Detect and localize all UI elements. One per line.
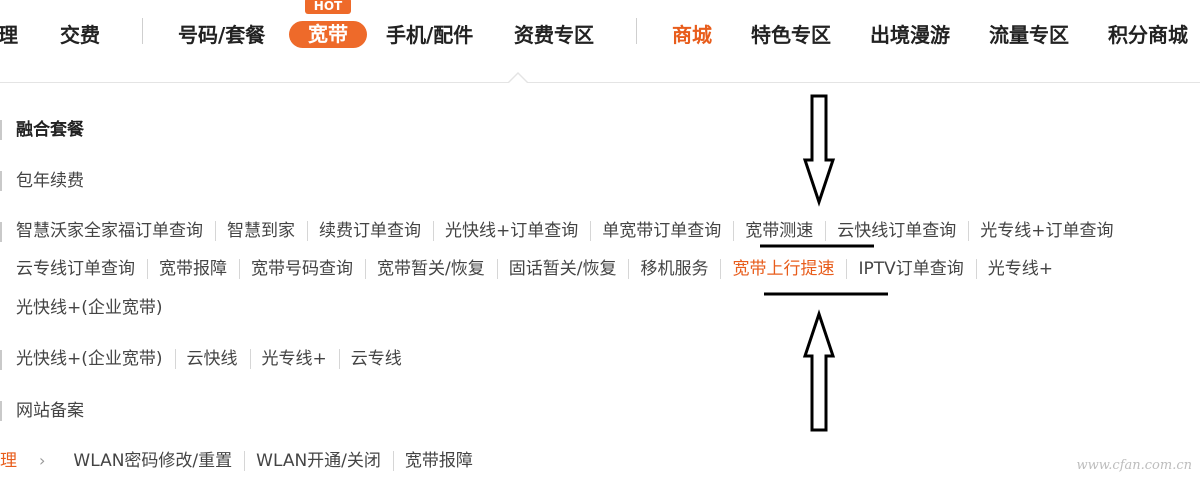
up-arrow-icon	[802, 309, 836, 432]
annotation-overlay	[760, 94, 888, 432]
watermark: www.cfan.com.cn	[1076, 458, 1192, 473]
down-arrow-icon	[802, 94, 836, 207]
